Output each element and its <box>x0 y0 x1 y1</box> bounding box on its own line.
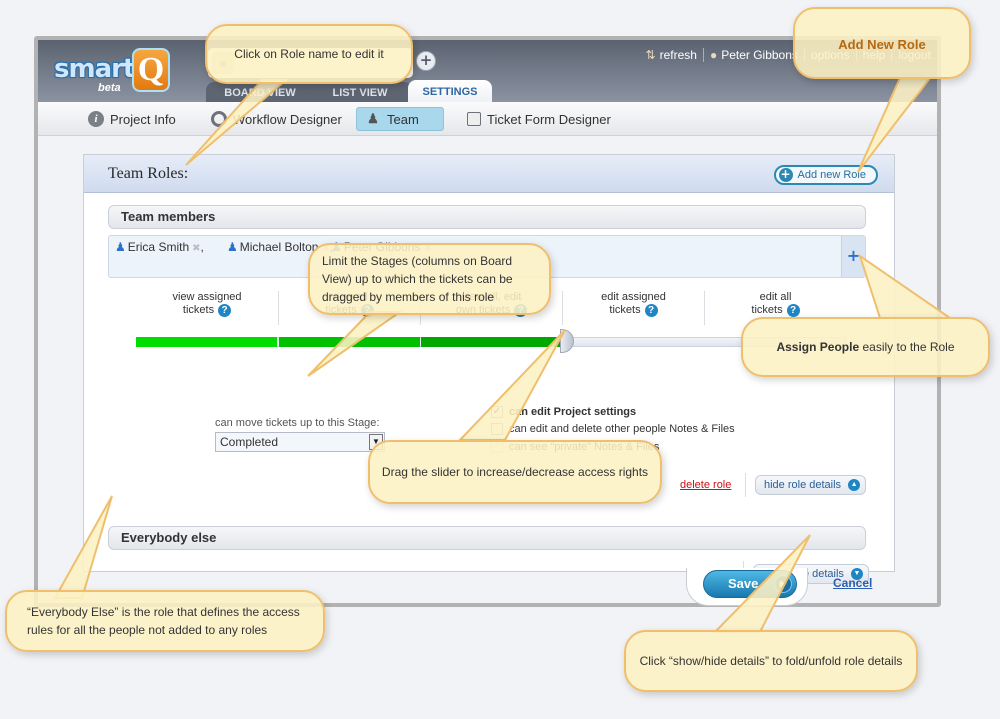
callout-tail-everybody <box>53 495 113 599</box>
callout-tail-stages <box>307 311 404 377</box>
callout-slider: Drag the slider to increase/decrease acc… <box>368 440 662 504</box>
callout-tail-slider <box>457 329 566 441</box>
callout-assign-people: Assign People easily to the Role <box>741 317 990 377</box>
callout-tail-show-hide <box>712 534 811 633</box>
callout-show-hide: Click “show/hide details” to fold/unfold… <box>624 630 918 692</box>
callout-everybody-else: “Everybody Else” is the role that define… <box>5 590 325 652</box>
callout-role-name: Click on Role name to edit it <box>205 24 413 84</box>
callout-add-role: Add New Role <box>793 7 971 79</box>
callout-tail-role-name <box>185 79 289 166</box>
callout-tail-assign <box>858 253 954 319</box>
callout-tail-add-role <box>857 77 933 173</box>
callout-stages: Limit the Stages (columns on Board View)… <box>308 243 551 315</box>
